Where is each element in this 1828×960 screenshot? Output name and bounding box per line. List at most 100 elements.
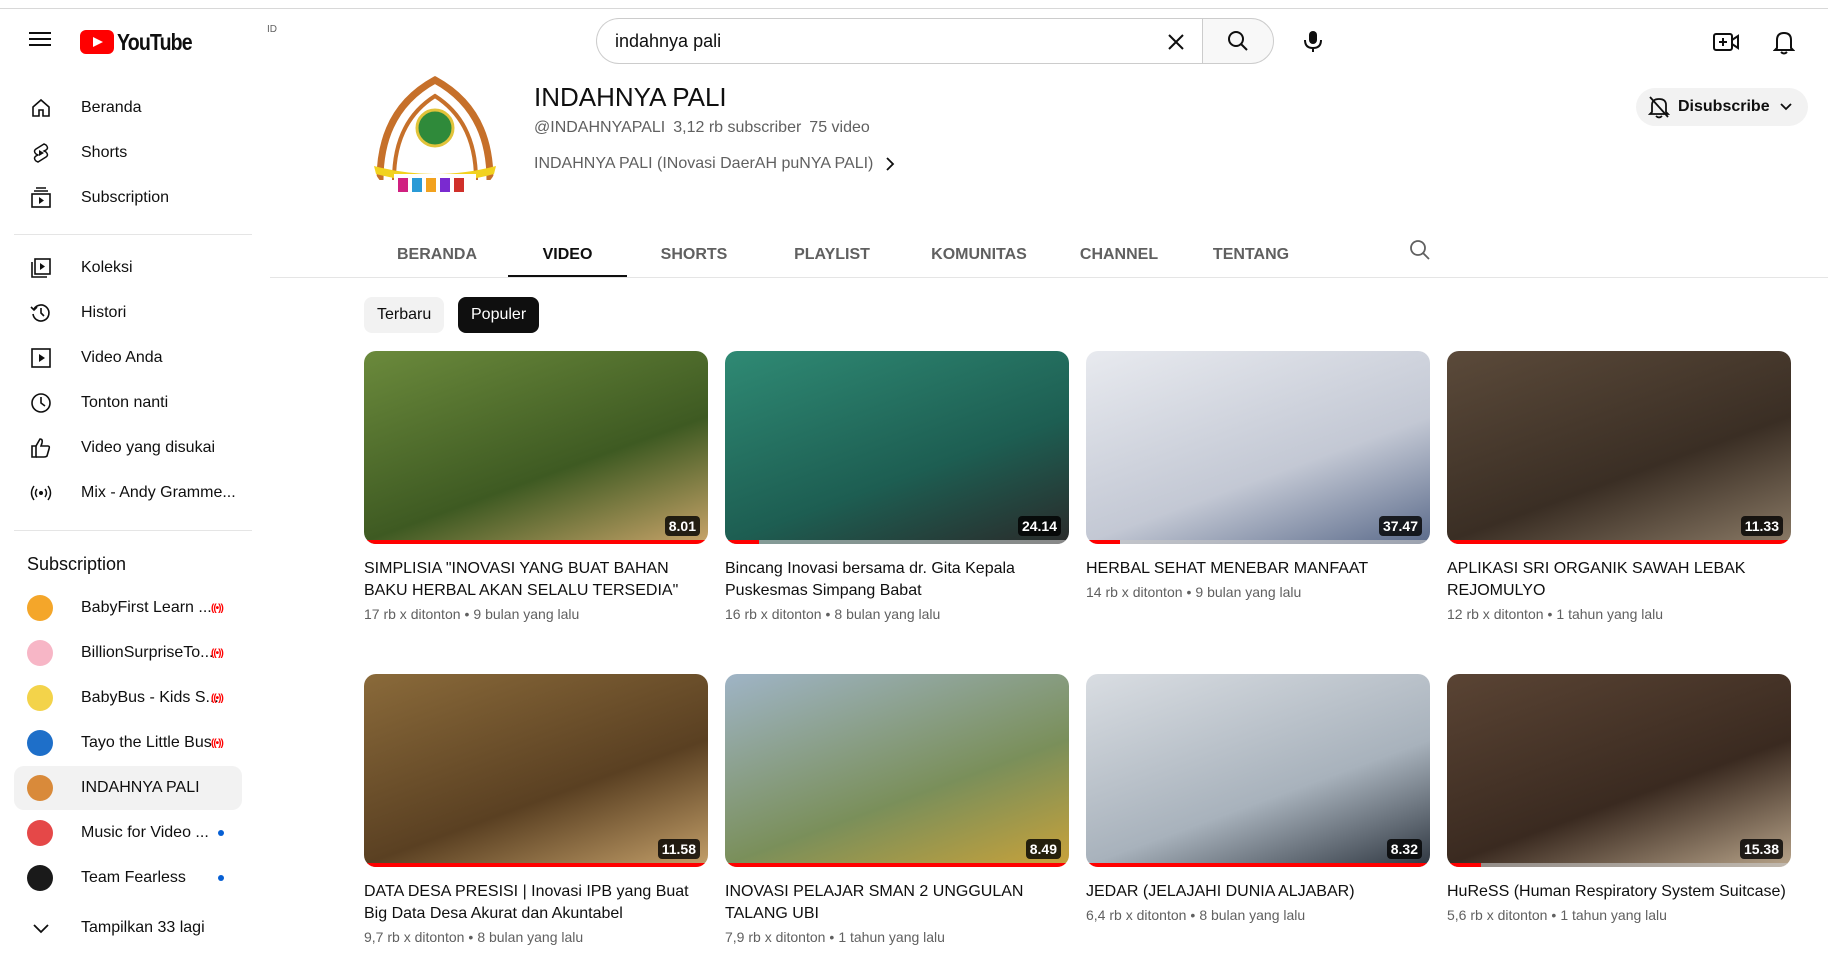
watch-progress-bar [364,540,708,544]
video-card[interactable]: 8.49 INOVASI PELAJAR SMAN 2 UNGGULAN TALA… [725,674,1069,945]
tab-playlists[interactable]: PLAYLIST [761,232,903,278]
unsubscribe-button[interactable]: Disubscribe [1636,88,1808,126]
video-card[interactable]: 8.01 SIMPLISIA "INOVASI YANG BUAT BAHAN B… [364,351,708,622]
video-title[interactable]: Bincang Inovasi bersama dr. Gita Kepala … [725,558,1069,602]
sidebar-item-history[interactable]: Histori [14,291,242,335]
sidebar-item-watch-later[interactable]: Tonton nanti [14,381,242,425]
video-thumbnail[interactable]: 24.14 [725,351,1069,544]
watch-progress-bar [1086,540,1430,544]
view-count: 17 rb x ditonton [364,606,461,622]
sidebar-item-label: Koleksi [81,259,133,276]
channel-description[interactable]: INDAHNYA PALI (INovasi DaerAH puNYA PALI… [534,155,897,173]
video-thumbnail[interactable]: 37.47 [1086,351,1430,544]
video-title[interactable]: INOVASI PELAJAR SMAN 2 UNGGULAN TALANG U… [725,881,1069,925]
tab-videos[interactable]: VIDEO [508,232,627,278]
sidebar-item-your-videos[interactable]: Video Anda [14,336,242,380]
search-input[interactable] [615,30,1135,52]
sidebar-subscription-item[interactable]: BillionSurpriseTo... ((•)) [14,631,242,675]
video-title[interactable]: DATA DESA PRESISI | Inovasi IPB yang Bua… [364,881,708,925]
video-card[interactable]: 11.33 APLIKASI SRI ORGANIK SAWAH LEBAK RE… [1447,351,1791,622]
sidebar-item-shorts[interactable]: Shorts [14,131,242,175]
channel-avatar [27,730,53,756]
create-video-button[interactable] [1711,27,1741,57]
tab-shorts[interactable]: SHORTS [627,232,761,278]
chip-popular[interactable]: Populer [458,297,540,333]
view-count: 14 rb x ditonton [1086,584,1183,600]
tab-home[interactable]: BERANDA [366,232,508,278]
search-button[interactable] [1202,18,1274,64]
tab-about[interactable]: TENTANG [1183,232,1319,278]
watch-progress-fill [364,863,708,867]
video-title[interactable]: HERBAL SEHAT MENEBAR MANFAAT [1086,558,1430,580]
sidebar-subscription-item[interactable]: INDAHNYA PALI [14,766,242,810]
chip-latest[interactable]: Terbaru [364,297,445,333]
masthead: YouTube ID [0,10,1828,72]
sidebar-item-subscriptions[interactable]: Subscription [14,176,242,220]
sidebar-subscription-item[interactable]: BabyFirst Learn ... ((•)) [14,586,242,630]
video-title[interactable]: HuReSS (Human Respiratory System Suitcas… [1447,881,1791,903]
sidebar-divider [14,234,252,235]
video-thumbnail[interactable]: 8.32 [1086,674,1430,867]
channel-search-button[interactable] [1406,236,1434,264]
tab-channels[interactable]: CHANNEL [1055,232,1183,278]
new-content-dot [218,875,224,881]
upload-age: 8 bulan yang lalu [1199,907,1306,923]
watch-progress-bar [1447,540,1791,544]
youtube-logo[interactable]: YouTube ID [80,24,277,56]
video-card[interactable]: 24.14 Bincang Inovasi bersama dr. Gita Ke… [725,351,1069,622]
show-more-button[interactable]: Tampilkan 33 lagi [14,906,242,950]
sidebar-item-liked-videos[interactable]: Video yang disukai [14,426,242,470]
video-thumbnail[interactable]: 11.33 [1447,351,1791,544]
tab-community[interactable]: KOMUNITAS [903,232,1055,278]
notifications-button[interactable] [1769,27,1799,57]
video-duration: 8.32 [1386,839,1422,859]
chevron-down-icon [28,915,54,941]
menu-icon[interactable] [26,28,54,56]
video-thumbnail[interactable]: 11.58 [364,674,708,867]
video-thumbnail[interactable]: 8.49 [725,674,1069,867]
upload-age: 8 bulan yang lalu [477,929,584,945]
bell-off-icon [1648,96,1670,119]
watch-progress-bar [1086,863,1430,867]
view-count: 6,4 rb x ditonton [1086,907,1187,923]
video-thumbnail[interactable]: 15.38 [1447,674,1791,867]
view-count: 12 rb x ditonton [1447,606,1544,622]
video-title[interactable]: JEDAR (JELAJAHI DUNIA ALJABAR) [1086,881,1430,903]
video-card[interactable]: 11.58 DATA DESA PRESISI | Inovasi IPB yan… [364,674,708,945]
sidebar-item-library[interactable]: Koleksi [14,246,242,290]
video-card[interactable]: 15.38 HuReSS (Human Respiratory System Su… [1447,674,1791,923]
video-thumbnail[interactable]: 8.01 [364,351,708,544]
window-top-edge [0,0,1828,9]
bell-icon [1773,31,1795,55]
sidebar-item-label: Mix - Andy Gramme... [81,484,236,501]
sidebar-subscription-item[interactable]: BabyBus - Kids S... ((•)) [14,676,242,720]
video-title[interactable]: APLIKASI SRI ORGANIK SAWAH LEBAK REJOMUL… [1447,558,1791,602]
clear-search-icon[interactable] [1162,28,1190,56]
home-icon [28,95,54,121]
sidebar-subscription-item[interactable]: Tayo the Little Bus ((•)) [14,721,242,765]
sidebar-item-label: BillionSurpriseTo... [81,644,214,661]
meta-separator: • [825,606,831,622]
sidebar-subscription-item[interactable]: Team Fearless [14,856,242,900]
search-icon [1228,31,1248,51]
voice-search-button[interactable] [1290,18,1336,64]
channel-avatar [27,820,53,846]
sidebar-item-label: Subscription [81,189,170,206]
sidebar-item-mix[interactable]: Mix - Andy Gramme... [14,471,242,515]
search-box [596,18,1202,64]
sidebar-item-home[interactable]: Beranda [14,86,242,130]
logo-text: YouTube [117,28,193,55]
view-count: 16 rb x ditonton [725,606,822,622]
sidebar-item-label: Tonton nanti [81,394,169,411]
broadcast-icon [28,480,54,506]
sidebar-item-label: Video Anda [81,349,163,366]
video-card[interactable]: 37.47 HERBAL SEHAT MENEBAR MANFAAT 14 rb x… [1086,351,1430,600]
video-title[interactable]: SIMPLISIA "INOVASI YANG BUAT BAHAN BAKU … [364,558,708,602]
sidebar-subscription-item[interactable]: Music for Video ... [14,811,242,855]
sidebar-item-label: Music for Video ... [81,824,209,841]
video-card[interactable]: 8.32 JEDAR (JELAJAHI DUNIA ALJABAR) 6,4 rb… [1086,674,1430,923]
channel-avatar[interactable] [366,70,504,208]
video-duration: 11.33 [1740,516,1783,536]
sidebar-divider [14,530,252,531]
watch-progress-bar [725,863,1069,867]
